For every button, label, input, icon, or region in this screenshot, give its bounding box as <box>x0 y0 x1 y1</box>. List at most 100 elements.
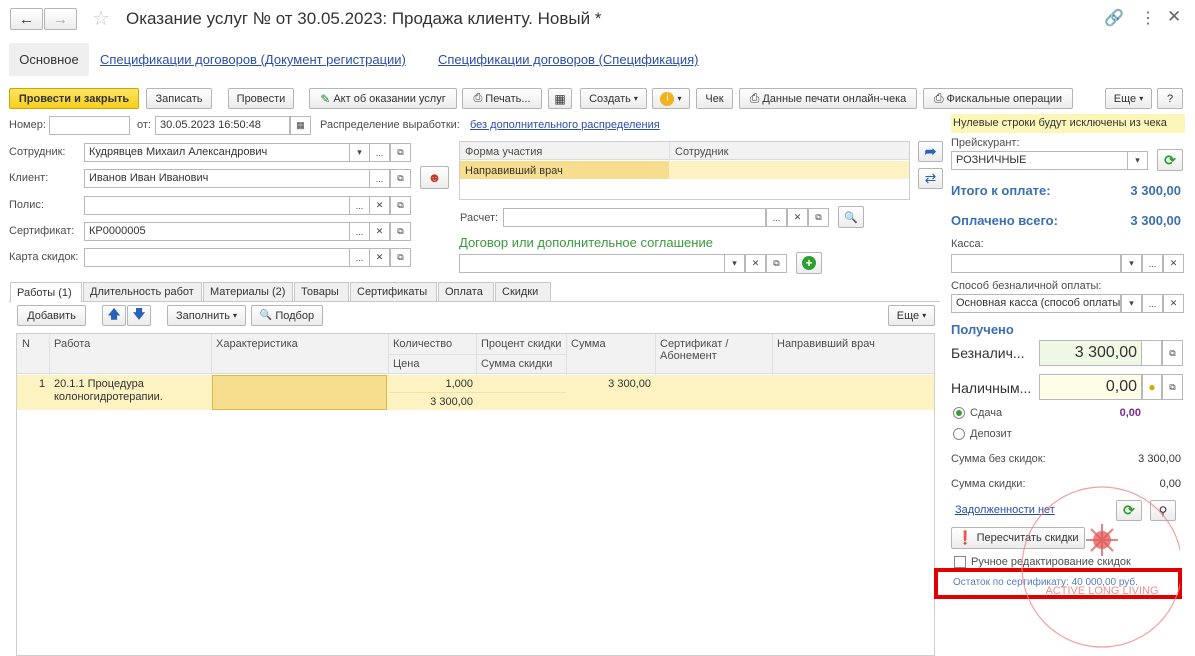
client-field[interactable]: Иванов Иван Иванович <box>84 169 370 188</box>
employee-field[interactable]: Кудрявцев Михаил Александрович <box>84 143 350 162</box>
policy-clear-button[interactable]: ✕ <box>369 196 390 215</box>
tab-payment[interactable]: Оплата <box>438 282 494 301</box>
employee-dropdown-button[interactable]: ▾ <box>349 143 370 162</box>
fiscal-operations-button[interactable]: ⎙ Фискальные операции <box>923 88 1073 109</box>
create-button[interactable]: Создать ▾ <box>580 88 647 109</box>
discount-card-field[interactable] <box>84 248 350 267</box>
post-button[interactable]: Провести <box>228 88 294 109</box>
cashless-field[interactable]: 3 300,00 <box>1039 340 1142 366</box>
link-icon[interactable]: 🔗 <box>1104 8 1124 28</box>
participation-form-value: Направивший врач <box>465 165 563 177</box>
tab-discounts[interactable]: Скидки <box>495 282 551 301</box>
certificate-select-button[interactable]: ... <box>349 222 370 241</box>
cash-open-button[interactable]: ⧉ <box>1162 374 1183 400</box>
calc-select-button[interactable]: ... <box>766 208 787 227</box>
open-icon: ⧉ <box>1169 347 1176 358</box>
tab-certificates[interactable]: Сертификаты <box>350 282 437 301</box>
certificate-field[interactable]: КР0000005 <box>84 222 350 241</box>
cashbox-select-button[interactable]: ... <box>1142 254 1163 273</box>
star-icon[interactable]: ☆ <box>92 6 110 31</box>
cash-field[interactable]: 0,00 <box>1039 374 1142 400</box>
close-icon[interactable]: ✕ <box>1167 7 1181 27</box>
noncash-method-select-button[interactable]: ... <box>1142 294 1163 313</box>
move-down-button[interactable]: 🡇 <box>127 305 151 326</box>
noncash-method-dropdown-button[interactable]: ▾ <box>1121 294 1142 313</box>
characteristic-cell[interactable] <box>212 375 387 410</box>
calc-clear-button[interactable]: ✕ <box>787 208 808 227</box>
tab-spec-reg[interactable]: Спецификации договоров (Документ регистр… <box>100 52 406 67</box>
pick-button[interactable]: 🔍 Подбор <box>251 305 323 326</box>
client-card-button[interactable]: ☻ <box>420 166 449 189</box>
pricelist-refresh-button[interactable]: ⟳ <box>1157 149 1183 171</box>
tab-main[interactable]: Основное <box>9 43 89 76</box>
contract-add-button[interactable]: + <box>796 252 822 274</box>
tab-works[interactable]: Работы (1) <box>10 282 82 302</box>
pricelist-field[interactable]: РОЗНИЧНЫЕ <box>951 151 1128 170</box>
cashbox-dropdown-button[interactable]: ▾ <box>1121 254 1142 273</box>
discount-card-clear-button[interactable]: ✕ <box>369 248 390 267</box>
discount-card-select-button[interactable]: ... <box>349 248 370 267</box>
move-up-button[interactable]: 🡅 <box>102 305 126 326</box>
add-row-button[interactable]: Добавить <box>17 305 86 326</box>
write-button[interactable]: Записать <box>146 88 212 109</box>
deposit-radio[interactable] <box>953 428 965 440</box>
post-and-close-button[interactable]: Провести и закрыть <box>9 88 139 109</box>
contract-field[interactable] <box>459 254 725 273</box>
contract-clear-button[interactable]: ✕ <box>745 254 766 273</box>
pricelist-dropdown-button[interactable]: ▾ <box>1127 151 1148 170</box>
window-title: Оказание услуг № от 30.05.2023: Продажа … <box>126 9 602 28</box>
certificate-open-button[interactable]: ⧉ <box>390 222 411 241</box>
tab-duration[interactable]: Длительность работ <box>83 282 202 301</box>
info-button[interactable]: i ▾ <box>652 88 690 109</box>
check-button[interactable]: Чек <box>696 88 733 109</box>
participation-move-button[interactable]: ➦ <box>918 141 943 162</box>
act-icon: ✎ <box>320 91 331 106</box>
number-field[interactable] <box>49 116 130 135</box>
dropdown-arrow-icon: ▾ <box>732 258 737 268</box>
policy-open-button[interactable]: ⧉ <box>390 196 411 215</box>
row-price: 3 300,00 <box>430 396 473 408</box>
calc-field[interactable] <box>503 208 766 227</box>
table-more-button[interactable]: Еще ▾ <box>888 305 935 326</box>
employee-open-button[interactable]: ⧉ <box>390 143 411 162</box>
noncash-method-clear-button[interactable]: ✕ <box>1163 294 1184 313</box>
date-field[interactable]: 30.05.2023 16:50:48 <box>155 116 290 135</box>
manual-edit-checkbox[interactable] <box>954 556 966 568</box>
forward-button[interactable]: → <box>44 8 77 30</box>
tab-spec[interactable]: Спецификации договоров (Спецификация) <box>438 52 699 67</box>
client-label: Клиент: <box>9 172 49 184</box>
calendar-button[interactable]: ▦ <box>290 116 311 135</box>
more-vertical-icon[interactable]: ⋮ <box>1140 8 1156 28</box>
back-button[interactable]: ← <box>10 8 43 30</box>
print-button[interactable]: ⎙ Печать... <box>462 88 542 109</box>
calc-open-button[interactable]: ⧉ <box>808 208 829 227</box>
contract-dropdown-button[interactable]: ▾ <box>724 254 745 273</box>
cashless-open-button[interactable]: ⧉ <box>1162 340 1183 366</box>
act-button[interactable]: ✎ Акт об оказании услуг <box>309 88 457 109</box>
calc-search-button[interactable]: 🔍 <box>838 206 864 228</box>
policy-select-button[interactable]: ... <box>349 196 370 215</box>
more-button[interactable]: Еще ▾ <box>1105 88 1152 109</box>
coins-icon[interactable]: ● <box>1142 374 1162 400</box>
online-check-print-button[interactable]: ⎙ Данные печати онлайн-чека <box>739 88 917 109</box>
discount-card-open-button[interactable]: ⧉ <box>390 248 411 267</box>
certificate-clear-button[interactable]: ✕ <box>369 222 390 241</box>
participation-refresh-button[interactable]: ⇄ <box>918 168 943 189</box>
cashbox-clear-button[interactable]: ✕ <box>1163 254 1184 273</box>
tab-goods[interactable]: Товары <box>294 282 349 301</box>
cashbox-field[interactable] <box>951 254 1121 273</box>
help-button[interactable]: ? <box>1157 88 1183 109</box>
contract-open-button[interactable]: ⧉ <box>766 254 787 273</box>
distribution-link[interactable]: без дополнительного распределения <box>470 119 660 131</box>
tab-materials[interactable]: Материалы (2) <box>203 282 293 301</box>
change-radio[interactable] <box>953 407 965 419</box>
client-open-button[interactable]: ⧉ <box>390 169 411 188</box>
search-person-icon: 🔍 <box>844 211 858 224</box>
client-select-button[interactable]: ... <box>369 169 390 188</box>
policy-field[interactable] <box>84 196 350 215</box>
table-icon-button[interactable]: ▦ <box>548 88 572 109</box>
noncash-method-field[interactable]: Основная касса (способ оплаты <box>951 294 1121 313</box>
received-label: Получено <box>951 322 1014 337</box>
employee-select-button[interactable]: ... <box>369 143 390 162</box>
fill-button[interactable]: Заполнить ▾ <box>167 305 246 326</box>
